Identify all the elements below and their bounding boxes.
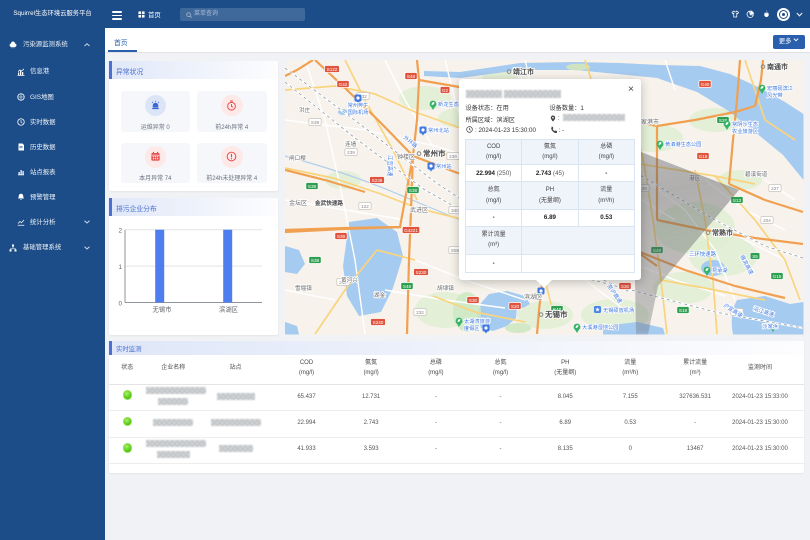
svg-text:常州站: 常州站 xyxy=(436,162,452,170)
svg-text:江宜高速: 江宜高速 xyxy=(386,155,394,177)
svg-text:G15: G15 xyxy=(773,274,782,279)
svg-text:洪庄: 洪庄 xyxy=(299,106,311,114)
svg-text:国际机场: 国际机场 xyxy=(348,108,369,116)
svg-text:S39: S39 xyxy=(337,234,346,239)
svg-text:常州市: 常州市 xyxy=(423,148,446,158)
svg-text:昆承湖: 昆承湖 xyxy=(712,266,728,274)
svg-text:232: 232 xyxy=(416,310,424,315)
svg-text:239: 239 xyxy=(347,150,355,155)
svg-text:S39: S39 xyxy=(311,120,320,125)
svg-text:S48: S48 xyxy=(407,74,416,79)
svg-text:S239: S239 xyxy=(372,178,383,183)
svg-text:南通市: 南通市 xyxy=(767,62,788,71)
svg-text:连墙: 连墙 xyxy=(345,140,357,148)
svg-text:2: 2 xyxy=(118,228,122,235)
svg-text:度假区: 度假区 xyxy=(464,324,480,332)
svg-text:常州北站: 常州北站 xyxy=(428,126,449,134)
svg-text:1: 1 xyxy=(118,264,122,271)
svg-text:S30: S30 xyxy=(469,298,478,303)
svg-text:湖金: 湖金 xyxy=(374,291,386,299)
svg-text:S230: S230 xyxy=(416,270,427,275)
svg-text:金坛区: 金坛区 xyxy=(289,199,307,207)
svg-text:常阴沙生态: 常阴沙生态 xyxy=(732,120,758,128)
svg-text:S38: S38 xyxy=(311,258,320,263)
svg-text:无锡硕放机场: 无锡硕放机场 xyxy=(603,306,634,314)
svg-text:胡埭镇: 胡埭镇 xyxy=(437,284,454,292)
svg-text:S38: S38 xyxy=(409,188,418,193)
svg-text:S5: S5 xyxy=(752,254,758,259)
svg-text:0: 0 xyxy=(118,300,122,307)
svg-text:碧溪街道: 碧溪街道 xyxy=(745,170,768,178)
svg-text:风光带: 风光带 xyxy=(767,91,783,99)
svg-text:S20: S20 xyxy=(511,304,520,309)
svg-text:武进区: 武进区 xyxy=(410,206,428,214)
svg-text:S19: S19 xyxy=(679,308,688,313)
svg-text:无锡市: 无锡市 xyxy=(544,309,568,319)
svg-text:无锡市: 无锡市 xyxy=(153,305,172,314)
svg-text:雪堰镇: 雪堰镇 xyxy=(295,284,312,292)
svg-text:钟楼区: 钟楼区 xyxy=(397,153,415,161)
svg-text:沙家浜: 沙家浜 xyxy=(762,322,778,330)
svg-text:三环快速路: 三环快速路 xyxy=(689,250,717,258)
svg-text:G42: G42 xyxy=(339,82,348,87)
svg-text:G2: G2 xyxy=(442,88,449,93)
svg-text:G40: G40 xyxy=(701,82,710,87)
svg-text:S48: S48 xyxy=(403,284,412,289)
svg-text:S38: S38 xyxy=(308,184,317,189)
svg-text:金武快速路: 金武快速路 xyxy=(314,199,343,207)
svg-text:S122: S122 xyxy=(327,67,338,72)
svg-text:黄泗港生态公园: 黄泗港生态公园 xyxy=(665,140,701,148)
svg-text:闸口樱: 闸口樱 xyxy=(289,154,306,162)
svg-text:239: 239 xyxy=(449,154,457,159)
svg-text:122: 122 xyxy=(361,204,369,209)
svg-text:常熟市: 常熟市 xyxy=(712,228,733,237)
svg-text:S240: S240 xyxy=(373,320,384,325)
svg-text:常州奔牛: 常州奔牛 xyxy=(348,101,369,109)
svg-text:农业旅游区: 农业旅游区 xyxy=(732,127,758,135)
svg-text:滨湖区: 滨湖区 xyxy=(219,305,238,314)
svg-text:黄河兴: 黄河兴 xyxy=(341,276,358,284)
svg-text:227: 227 xyxy=(771,186,779,191)
svg-text:G15: G15 xyxy=(699,154,708,159)
svg-text:G4221: G4221 xyxy=(404,228,418,233)
svg-text:宏丽砚滨江: 宏丽砚滨江 xyxy=(767,84,793,92)
svg-text:204: 204 xyxy=(763,218,771,223)
svg-text:大溪港湿地公园: 大溪港湿地公园 xyxy=(582,323,618,331)
svg-text:S30: S30 xyxy=(621,284,630,289)
svg-text:太湖湾旅游: 太湖湾旅游 xyxy=(464,317,490,325)
svg-text:靖江市: 靖江市 xyxy=(513,67,534,76)
svg-text:S13: S13 xyxy=(733,198,742,203)
svg-text:滨湖区: 滨湖区 xyxy=(524,293,542,301)
